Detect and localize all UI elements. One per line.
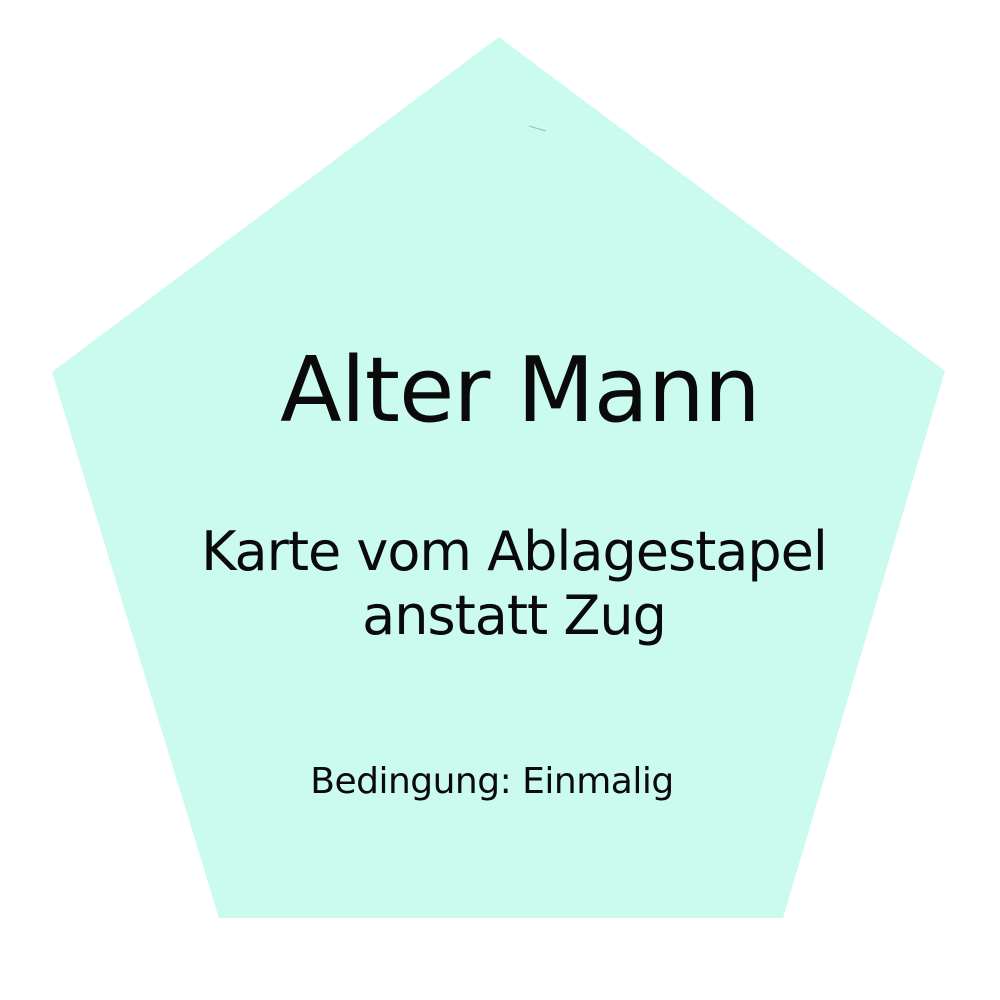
- card-effect-line-1: Karte vom Ablagestapel: [201, 520, 828, 583]
- card-effect-line-2: anstatt Zug: [362, 584, 667, 647]
- card-title: Alter Mann: [280, 338, 761, 443]
- card-condition: Bedingung: Einmalig: [310, 761, 674, 802]
- card-canvas: Alter Mann Karte vom Ablagestapel anstat…: [0, 0, 1000, 1000]
- pentagon-card: [52, 37, 945, 918]
- card-effect: Karte vom Ablagestapel anstatt Zug: [14, 520, 1000, 648]
